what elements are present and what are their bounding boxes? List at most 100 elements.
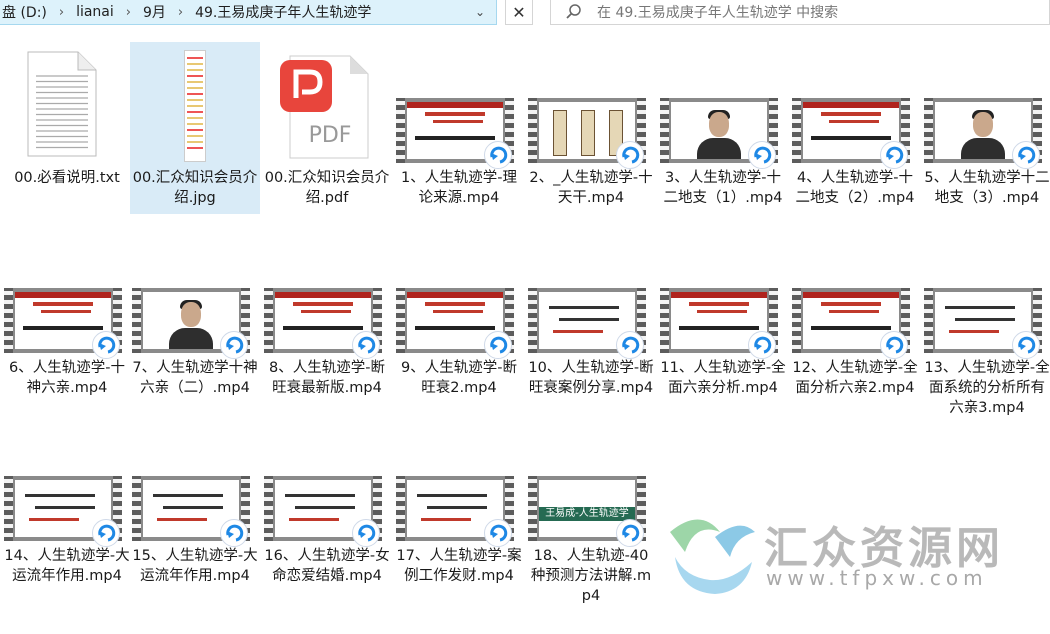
- file-thumbnail: PDF: [262, 42, 392, 168]
- address-bar[interactable]: 盘 (D:) › lianai › 9月 › 49.王易成庚子年人生轨迹学 ⌄: [0, 0, 497, 25]
- breadcrumb-month[interactable]: 9月: [141, 2, 168, 22]
- video-thumbnail: [660, 288, 778, 359]
- file-thumbnail: [790, 232, 920, 359]
- file-item[interactable]: 16、人生轨迹学-女命恋爱结婚.mp4: [262, 420, 392, 592]
- file-thumbnail: [922, 232, 1050, 359]
- chevron-right-icon: ›: [177, 4, 184, 20]
- file-item[interactable]: 17、人生轨迹学-案例工作发财.mp4: [394, 420, 524, 592]
- media-player-icon: [92, 331, 120, 359]
- media-player-icon: [1012, 141, 1040, 169]
- file-item[interactable]: 2、_人生轨迹学-十天干.mp4: [526, 42, 656, 214]
- search-placeholder: 在 49.王易成庚子年人生轨迹学 中搜索: [597, 5, 839, 21]
- file-thumbnail: [394, 42, 524, 169]
- image-file-icon: [184, 50, 206, 162]
- video-thumbnail: [792, 98, 910, 169]
- file-name: 11、人生轨迹学-全面六亲分析.mp4: [660, 360, 786, 396]
- breadcrumb-lianai[interactable]: lianai: [74, 4, 116, 20]
- video-thumbnail: [528, 98, 646, 169]
- file-item[interactable]: 6、人生轨迹学-十神六亲.mp4: [2, 232, 132, 404]
- file-item[interactable]: 4、人生轨迹学-十二地支（2）.mp4: [790, 42, 920, 214]
- video-thumbnail: [924, 288, 1042, 359]
- file-item[interactable]: 11、人生轨迹学-全面六亲分析.mp4: [658, 232, 788, 404]
- file-item[interactable]: 13、人生轨迹学-全面系统的分析所有六亲3.mp4: [922, 232, 1050, 424]
- watermark-text: 汇众资源网: [764, 523, 1004, 574]
- file-name: 00.必看说明.txt: [14, 170, 120, 186]
- file-name: 14、人生轨迹学-大运流年作用.mp4: [4, 548, 130, 584]
- file-name: 18、人生轨迹-40种预测方法讲解.mp4: [530, 548, 652, 604]
- media-player-icon: [748, 141, 776, 169]
- video-thumbnail: [792, 288, 910, 359]
- media-player-icon: [1012, 331, 1040, 359]
- file-thumbnail: [658, 232, 788, 359]
- file-name: 5、人生轨迹学十二地支（3）.mp4: [924, 170, 1050, 206]
- media-player-icon: [616, 519, 644, 547]
- file-name: 12、人生轨迹学-全面分析六亲2.mp4: [792, 360, 918, 396]
- video-thumbnail: [528, 288, 646, 359]
- video-thumbnail: [396, 98, 514, 169]
- file-thumbnail: 王易成-人生轨迹学: [526, 420, 656, 547]
- video-thumbnail: 王易成-人生轨迹学: [528, 476, 646, 547]
- file-item[interactable]: 10、人生轨迹学-断旺衰案例分享.mp4: [526, 232, 656, 404]
- file-item[interactable]: PDF 00.汇众知识会员介绍.pdf: [262, 42, 392, 214]
- media-player-icon: [92, 519, 120, 547]
- breadcrumb-drive[interactable]: 盘 (D:): [0, 2, 49, 22]
- media-player-icon: [880, 141, 908, 169]
- file-name: 3、人生轨迹学-十二地支（1）.mp4: [663, 170, 783, 206]
- file-item[interactable]: 15、人生轨迹学-大运流年作用.mp4: [130, 420, 260, 592]
- close-icon[interactable]: ✕: [505, 0, 533, 25]
- search-icon: [565, 3, 585, 21]
- media-player-icon: [352, 519, 380, 547]
- text-file-icon: [27, 51, 97, 157]
- file-item[interactable]: 14、人生轨迹学-大运流年作用.mp4: [2, 420, 132, 592]
- file-item[interactable]: 9、人生轨迹学-断旺衰2.mp4: [394, 232, 524, 404]
- file-item[interactable]: 1、人生轨迹学-理论来源.mp4: [394, 42, 524, 214]
- file-name: 4、人生轨迹学-十二地支（2）.mp4: [795, 170, 915, 206]
- watermark: 汇众资源网 www.tfpxw.com: [650, 508, 1050, 608]
- file-thumbnail: [2, 42, 132, 168]
- breadcrumb-folder[interactable]: 49.王易成庚子年人生轨迹学: [193, 2, 373, 22]
- chevron-right-icon: ›: [58, 4, 65, 20]
- file-item[interactable]: 00.汇众知识会员介绍.jpg: [130, 42, 260, 214]
- file-item[interactable]: 00.必看说明.txt: [2, 42, 132, 194]
- file-thumbnail: [262, 420, 392, 547]
- file-thumbnail: [658, 42, 788, 169]
- file-item[interactable]: 3、人生轨迹学-十二地支（1）.mp4: [658, 42, 788, 214]
- file-name: 15、人生轨迹学-大运流年作用.mp4: [132, 548, 258, 584]
- media-player-icon: [352, 331, 380, 359]
- file-item[interactable]: 王易成-人生轨迹学 18、人生轨迹-40种预测方法讲解.mp4: [526, 420, 656, 612]
- video-thumbnail: [132, 476, 250, 547]
- file-name: 9、人生轨迹学-断旺衰2.mp4: [401, 360, 517, 396]
- watermark-url: www.tfpxw.com: [766, 566, 988, 590]
- file-thumbnail: [526, 42, 656, 169]
- media-player-icon: [220, 331, 248, 359]
- file-name: 00.汇众知识会员介绍.pdf: [264, 170, 390, 206]
- video-thumbnail: [264, 476, 382, 547]
- file-item[interactable]: 7、人生轨迹学十神六亲（二）.mp4: [130, 232, 260, 404]
- video-thumbnail: [4, 288, 122, 359]
- file-name: 00.汇众知识会员介绍.jpg: [132, 170, 258, 206]
- chevron-right-icon: ›: [125, 4, 131, 20]
- file-item[interactable]: 5、人生轨迹学十二地支（3）.mp4: [922, 42, 1050, 214]
- video-thumbnail: [660, 98, 778, 169]
- media-player-icon: [220, 519, 248, 547]
- file-thumbnail: [130, 232, 260, 359]
- media-player-icon: [484, 141, 512, 169]
- file-thumbnail: [2, 232, 132, 359]
- media-player-icon: [880, 331, 908, 359]
- file-item[interactable]: 8、人生轨迹学-断旺衰最新版.mp4: [262, 232, 392, 404]
- search-box[interactable]: 在 49.王易成庚子年人生轨迹学 中搜索: [550, 0, 1050, 25]
- media-player-icon: [616, 331, 644, 359]
- media-player-icon: [748, 331, 776, 359]
- file-name: 6、人生轨迹学-十神六亲.mp4: [9, 360, 125, 396]
- file-thumbnail: [130, 42, 260, 168]
- file-name: 16、人生轨迹学-女命恋爱结婚.mp4: [264, 548, 390, 584]
- video-thumbnail: [4, 476, 122, 547]
- video-thumbnail: [132, 288, 250, 359]
- top-bar: 盘 (D:) › lianai › 9月 › 49.王易成庚子年人生轨迹学 ⌄ …: [0, 0, 1050, 26]
- media-player-icon: [616, 141, 644, 169]
- chevron-down-icon[interactable]: ⌄: [468, 0, 492, 24]
- video-thumbnail: [924, 98, 1042, 169]
- file-item[interactable]: 12、人生轨迹学-全面分析六亲2.mp4: [790, 232, 920, 404]
- file-name: 1、人生轨迹学-理论来源.mp4: [401, 170, 517, 206]
- file-thumbnail: [922, 42, 1050, 169]
